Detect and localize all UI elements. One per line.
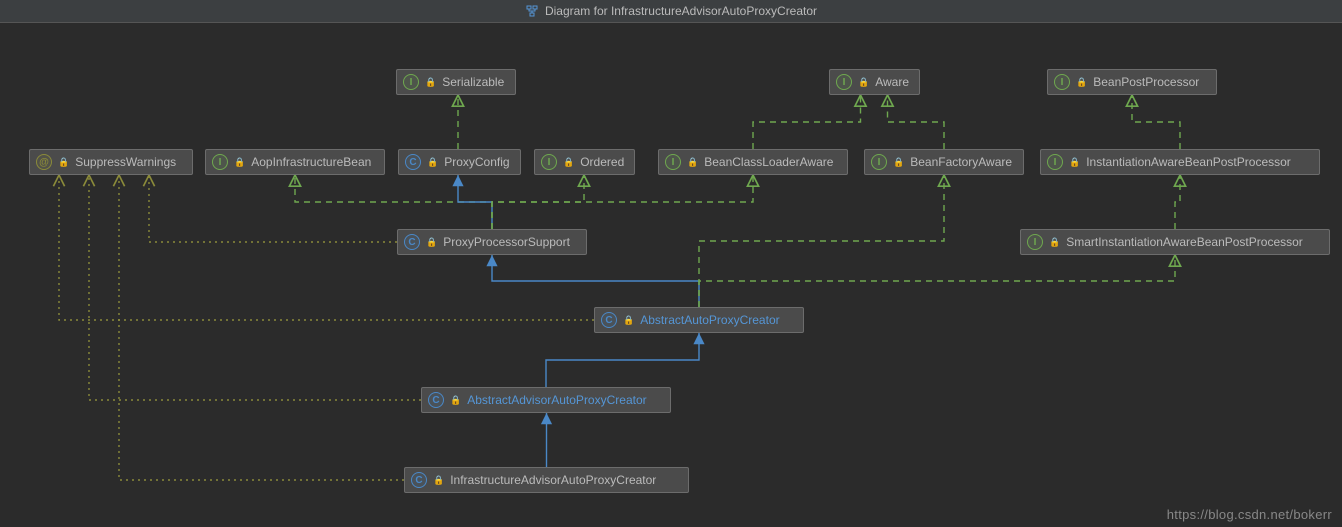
lock-icon: 🔒 xyxy=(427,157,438,168)
lock-icon: 🔒 xyxy=(433,475,444,486)
title-text: Diagram for InfrastructureAdvisorAutoPro… xyxy=(545,4,817,18)
node-label: Aware xyxy=(875,75,909,89)
edge xyxy=(492,175,753,229)
interface-icon: I xyxy=(1047,154,1063,170)
node-BeanPostProcessor[interactable]: I 🔒 BeanPostProcessor xyxy=(1047,69,1217,95)
diagram-icon xyxy=(525,4,539,18)
lock-icon: 🔒 xyxy=(425,77,436,88)
node-label: SuppressWarnings xyxy=(75,155,176,169)
edge xyxy=(888,95,945,149)
annotation-icon: @ xyxy=(36,154,52,170)
lock-icon: 🔒 xyxy=(234,157,245,168)
node-label: SmartInstantiationAwareBeanPostProcessor xyxy=(1066,235,1303,249)
lock-icon: 🔒 xyxy=(687,157,698,168)
node-ProxyConfig[interactable]: C 🔒 ProxyConfig xyxy=(398,149,521,175)
lock-icon: 🔒 xyxy=(1076,77,1087,88)
node-label: InfrastructureAdvisorAutoProxyCreator xyxy=(450,473,656,487)
lock-icon: 🔒 xyxy=(893,157,904,168)
node-SuppressWarnings[interactable]: @ 🔒 SuppressWarnings xyxy=(29,149,193,175)
node-label: AbstractAutoProxyCreator xyxy=(640,313,779,327)
edge xyxy=(699,255,1175,307)
interface-icon: I xyxy=(212,154,228,170)
node-label: Ordered xyxy=(580,155,624,169)
node-AbstractAutoProxyCreator[interactable]: C 🔒 AbstractAutoProxyCreator xyxy=(594,307,804,333)
interface-icon: I xyxy=(1054,74,1070,90)
node-label: InstantiationAwareBeanPostProcessor xyxy=(1086,155,1291,169)
class-icon: C xyxy=(411,472,427,488)
watermark: https://blog.csdn.net/bokerr xyxy=(1167,507,1332,522)
node-label: AbstractAdvisorAutoProxyCreator xyxy=(467,393,646,407)
node-ProxyProcessorSupport[interactable]: C 🔒 ProxyProcessorSupport xyxy=(397,229,587,255)
node-label: ProxyProcessorSupport xyxy=(443,235,570,249)
edge xyxy=(295,175,492,229)
node-Ordered[interactable]: I 🔒 Ordered xyxy=(534,149,635,175)
edges-layer xyxy=(0,23,1342,527)
edge xyxy=(149,175,397,242)
interface-icon: I xyxy=(541,154,557,170)
node-label: ProxyConfig xyxy=(444,155,509,169)
node-InfrastructureAdvisorAutoProxyCreator[interactable]: C 🔒 InfrastructureAdvisorAutoProxyCreator xyxy=(404,467,689,493)
title-bar: Diagram for InfrastructureAdvisorAutoPro… xyxy=(0,0,1342,23)
node-label: BeanFactoryAware xyxy=(910,155,1012,169)
class-abs-icon: C xyxy=(428,392,444,408)
lock-icon: 🔒 xyxy=(858,77,869,88)
lock-icon: 🔒 xyxy=(1069,157,1080,168)
edge xyxy=(119,175,404,480)
lock-icon: 🔒 xyxy=(1049,237,1060,248)
edge xyxy=(753,95,861,149)
edge xyxy=(546,333,699,387)
node-label: Serializable xyxy=(442,75,504,89)
edge xyxy=(89,175,421,400)
node-AbstractAdvisorAutoProxyCreator[interactable]: C 🔒 AbstractAdvisorAutoProxyCreator xyxy=(421,387,671,413)
node-Serializable[interactable]: I 🔒 Serializable xyxy=(396,69,516,95)
node-label: AopInfrastructureBean xyxy=(251,155,371,169)
edge xyxy=(1132,95,1180,149)
edge xyxy=(1175,175,1180,229)
diagram-canvas[interactable]: I 🔒 Serializable I 🔒 Aware I 🔒 BeanPostProcessor… xyxy=(0,23,1342,527)
lock-icon: 🔒 xyxy=(58,157,69,168)
edge xyxy=(699,175,944,307)
node-label: BeanClassLoaderAware xyxy=(704,155,833,169)
node-BeanFactoryAware[interactable]: I 🔒 BeanFactoryAware xyxy=(864,149,1024,175)
lock-icon: 🔒 xyxy=(623,315,634,326)
node-BeanClassLoaderAware[interactable]: I 🔒 BeanClassLoaderAware xyxy=(658,149,848,175)
interface-icon: I xyxy=(403,74,419,90)
node-InstantiationAwareBeanPostProcessor[interactable]: I 🔒 InstantiationAwareBeanPostProcessor xyxy=(1040,149,1320,175)
lock-icon: 🔒 xyxy=(426,237,437,248)
lock-icon: 🔒 xyxy=(563,157,574,168)
class-icon: C xyxy=(405,154,421,170)
node-Aware[interactable]: I 🔒 Aware xyxy=(829,69,920,95)
interface-icon: I xyxy=(871,154,887,170)
node-AopInfrastructureBean[interactable]: I 🔒 AopInfrastructureBean xyxy=(205,149,385,175)
node-label: BeanPostProcessor xyxy=(1093,75,1199,89)
node-SmartInstantiationAwareBeanPostProcessor[interactable]: I 🔒 SmartInstantiationAwareBeanPostProcess… xyxy=(1020,229,1330,255)
interface-icon: I xyxy=(836,74,852,90)
edge xyxy=(458,175,492,229)
interface-icon: I xyxy=(1027,234,1043,250)
class-abs-icon: C xyxy=(601,312,617,328)
interface-icon: I xyxy=(665,154,681,170)
lock-icon: 🔒 xyxy=(450,395,461,406)
edge xyxy=(492,175,584,229)
class-icon: C xyxy=(404,234,420,250)
edge xyxy=(492,255,699,307)
